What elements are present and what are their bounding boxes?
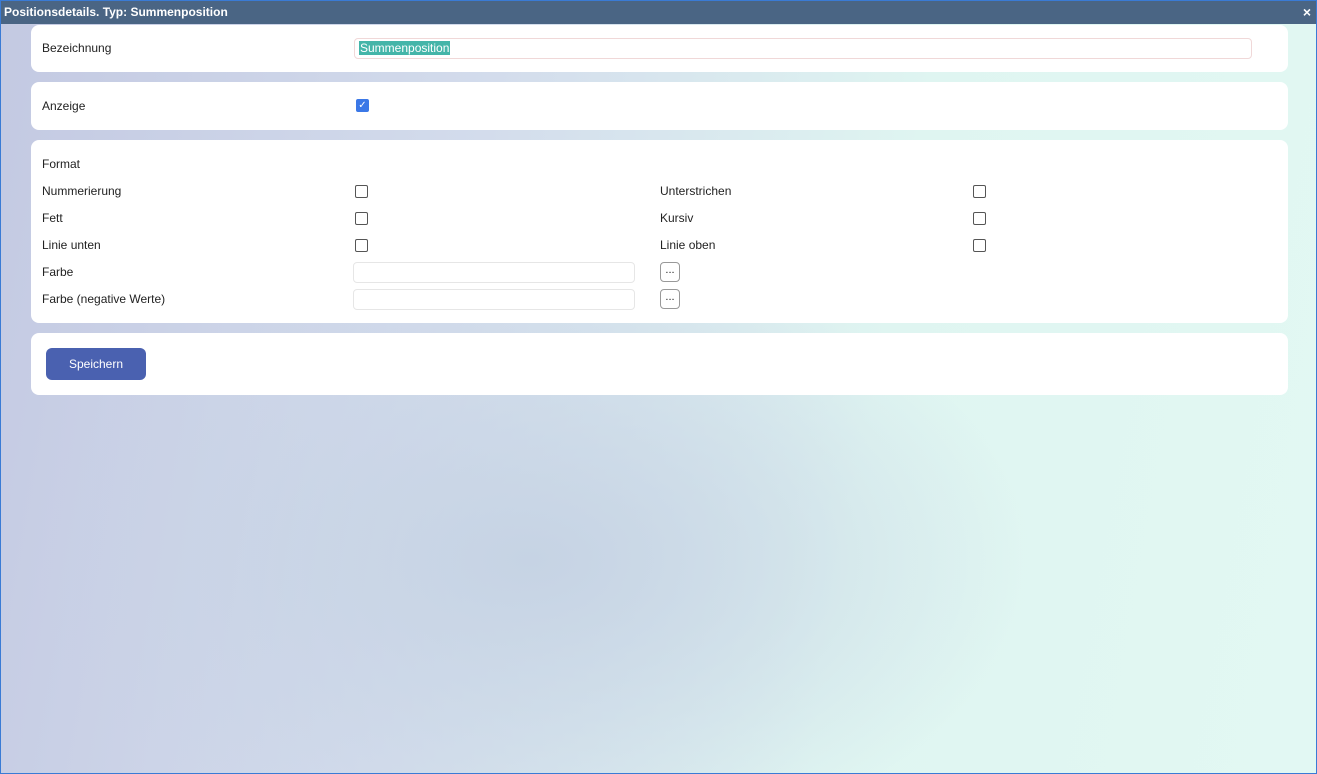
color-picker-button[interactable]: ...	[660, 262, 680, 282]
color-label: Farbe	[42, 265, 74, 279]
display-label: Anzeige	[42, 99, 86, 113]
color-negative-input[interactable]	[353, 289, 635, 310]
name-label: Bezeichnung	[42, 41, 112, 55]
line-above-label: Linie oben	[660, 238, 716, 252]
underline-checkbox[interactable]	[973, 185, 986, 198]
color-negative-label: Farbe (negative Werte)	[42, 292, 166, 306]
line-above-checkbox[interactable]	[973, 239, 986, 252]
italic-checkbox[interactable]	[973, 212, 986, 225]
color-negative-picker-button[interactable]: ...	[660, 289, 680, 309]
close-icon[interactable]: ×	[1303, 1, 1311, 24]
bold-label: Fett	[42, 211, 63, 225]
bold-checkbox[interactable]	[355, 212, 368, 225]
line-below-label: Linie unten	[42, 238, 101, 252]
title-bar: Positionsdetails. Typ: Summenposition ×	[1, 1, 1316, 24]
italic-label: Kursiv	[660, 211, 694, 225]
underline-label: Unterstrichen	[660, 184, 732, 198]
numbering-checkbox[interactable]	[355, 185, 368, 198]
display-section: Anzeige ✓	[31, 82, 1288, 130]
display-checkbox[interactable]: ✓	[356, 99, 369, 112]
save-button[interactable]: Speichern	[46, 348, 146, 380]
window-title: Positionsdetails. Typ: Summenposition	[4, 5, 228, 19]
numbering-label: Nummerierung	[42, 184, 122, 198]
name-input[interactable]: Summenposition	[354, 38, 1252, 59]
actions-section: Speichern	[31, 333, 1288, 395]
format-heading: Format	[42, 157, 81, 171]
line-below-checkbox[interactable]	[355, 239, 368, 252]
format-section: Format Nummerierung Unterstrichen Fett K…	[31, 140, 1288, 323]
name-section: Bezeichnung Summenposition	[31, 25, 1288, 72]
color-input[interactable]	[353, 262, 635, 283]
name-value: Summenposition	[359, 41, 451, 55]
